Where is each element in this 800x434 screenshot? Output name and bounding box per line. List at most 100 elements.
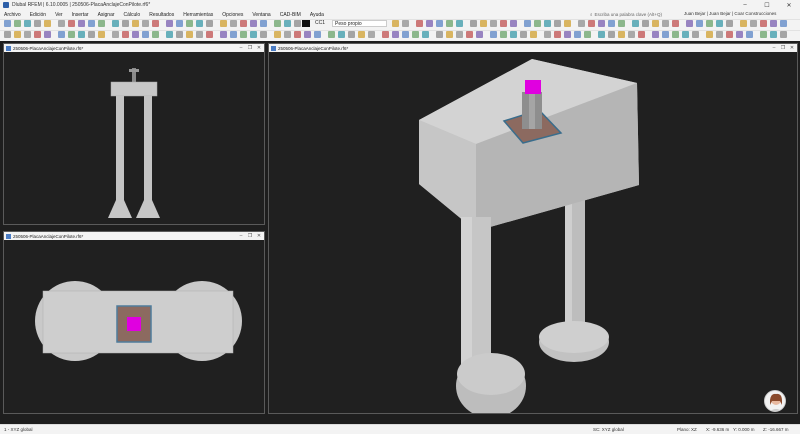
- menu-resultados[interactable]: Resultados: [149, 12, 174, 18]
- toolbar-tool-icon[interactable]: [770, 20, 777, 27]
- toolbar-tool-icon[interactable]: [706, 20, 713, 27]
- toolbar-tool-icon[interactable]: [14, 31, 21, 38]
- toolbar-tool-icon[interactable]: [740, 20, 747, 27]
- toolbar-tool-icon[interactable]: [652, 31, 659, 38]
- toolbar-tool-icon[interactable]: [166, 31, 173, 38]
- toolbar-tool-icon[interactable]: [34, 31, 41, 38]
- toolbar-tool-icon[interactable]: [294, 31, 301, 38]
- toolbar-tool-icon[interactable]: [44, 20, 51, 27]
- toolbar-tool-icon[interactable]: [250, 31, 257, 38]
- toolbar-tool-icon[interactable]: [112, 31, 119, 38]
- toolbar-tool-icon[interactable]: [466, 31, 473, 38]
- toolbar-tool-icon[interactable]: [726, 20, 733, 27]
- toolbar-tool-icon[interactable]: [230, 31, 237, 38]
- toolbar-tool-icon[interactable]: [470, 20, 477, 27]
- toolbar-tool-icon[interactable]: [554, 20, 561, 27]
- toolbar-tool-icon[interactable]: [358, 31, 365, 38]
- toolbar-tool-icon[interactable]: [368, 31, 375, 38]
- toolbar-tool-icon[interactable]: [750, 20, 757, 27]
- toolbar-tool-icon[interactable]: [112, 20, 119, 27]
- toolbar-tool-icon[interactable]: [78, 20, 85, 27]
- toolbar-tool-icon[interactable]: [152, 20, 159, 27]
- toolbar-tool-icon[interactable]: [250, 20, 257, 27]
- toolbar-tool-icon[interactable]: [284, 20, 291, 27]
- toolbar-tool-icon[interactable]: [294, 20, 301, 27]
- toolbar-tool-icon[interactable]: [348, 31, 355, 38]
- toolbar-tool-icon[interactable]: [88, 31, 95, 38]
- maximize-button[interactable]: ☐: [756, 0, 778, 10]
- toolbar-tool-icon[interactable]: [780, 20, 787, 27]
- toolbar-tool-icon[interactable]: [392, 20, 399, 27]
- toolbar-tool-icon[interactable]: [554, 31, 561, 38]
- toolbar-tool-icon[interactable]: [68, 20, 75, 27]
- toolbar-tool-icon[interactable]: [736, 31, 743, 38]
- toolbar-tool-icon[interactable]: [662, 20, 669, 27]
- toolbar-tool-icon[interactable]: [24, 31, 31, 38]
- toolbar-tool-icon[interactable]: [770, 31, 777, 38]
- toolbar-tool-icon[interactable]: [304, 31, 311, 38]
- toolbar-tool-icon[interactable]: [166, 20, 173, 27]
- toolbar-tool-icon[interactable]: [476, 31, 483, 38]
- toolbar-tool-icon[interactable]: [490, 31, 497, 38]
- menu-asignar[interactable]: Asignar: [98, 12, 115, 18]
- toolbar-tool-icon[interactable]: [682, 31, 689, 38]
- toolbar-tool-icon[interactable]: [402, 20, 409, 27]
- toolbar-tool-icon[interactable]: [98, 20, 105, 27]
- view-front[interactable]: 250506-PlacaAnclajeConPilote.rf6* – ❐ ✕: [3, 43, 265, 225]
- toolbar-tool-icon[interactable]: [534, 20, 541, 27]
- toolbar-tool-icon[interactable]: [544, 20, 551, 27]
- toolbar-tool-icon[interactable]: [598, 31, 605, 38]
- toolbar-tool-icon[interactable]: [416, 20, 423, 27]
- minimize-button[interactable]: –: [734, 0, 756, 10]
- toolbar-tool-icon[interactable]: [456, 20, 463, 27]
- toolbar-tool-icon[interactable]: [132, 20, 139, 27]
- toolbar-tool-icon[interactable]: [574, 31, 581, 38]
- toolbar-tool-icon[interactable]: [760, 20, 767, 27]
- toolbar-tool-icon[interactable]: [4, 20, 11, 27]
- toolbar-tool-icon[interactable]: [760, 31, 767, 38]
- toolbar-tool-icon[interactable]: [692, 31, 699, 38]
- toolbar-tool-icon[interactable]: [564, 31, 571, 38]
- toolbar-tool-icon[interactable]: [206, 20, 213, 27]
- toolbar-tool-icon[interactable]: [44, 31, 51, 38]
- toolbar-tool-icon[interactable]: [186, 20, 193, 27]
- toolbar-tool-icon[interactable]: [500, 20, 507, 27]
- view-minimize-icon[interactable]: –: [238, 233, 244, 239]
- toolbar-tool-icon[interactable]: [564, 20, 571, 27]
- menu-archivo[interactable]: Archivo: [4, 12, 21, 18]
- toolbar-tool-icon[interactable]: [88, 20, 95, 27]
- view-restore-icon[interactable]: ❐: [780, 45, 786, 51]
- toolbar-tool-icon[interactable]: [152, 31, 159, 38]
- toolbar-tool-icon[interactable]: [436, 20, 443, 27]
- toolbar-tool-icon[interactable]: [58, 31, 65, 38]
- toolbar-tool-icon[interactable]: [412, 31, 419, 38]
- toolbar-tool-icon[interactable]: [686, 20, 693, 27]
- toolbar-tool-icon[interactable]: [662, 31, 669, 38]
- view-plan[interactable]: 250506-PlacaAnclajeConPilote.rf6* – ❐ ✕: [3, 231, 265, 414]
- toolbar-tool-icon[interactable]: [328, 31, 335, 38]
- toolbar-tool-icon[interactable]: [260, 31, 267, 38]
- view-close-icon[interactable]: ✕: [789, 45, 795, 51]
- toolbar-tool-icon[interactable]: [480, 20, 487, 27]
- view-close-icon[interactable]: ✕: [256, 233, 262, 239]
- toolbar-tool-icon[interactable]: [588, 20, 595, 27]
- toolbar-tool-icon[interactable]: [598, 20, 605, 27]
- toolbar-tool-icon[interactable]: [726, 31, 733, 38]
- toolbar-tool-icon[interactable]: [24, 20, 31, 27]
- view-minimize-icon[interactable]: –: [771, 45, 777, 51]
- toolbar-tool-icon[interactable]: [402, 31, 409, 38]
- toolbar-tool-icon[interactable]: [716, 31, 723, 38]
- toolbar-tool-icon[interactable]: [426, 20, 433, 27]
- toolbar-tool-icon[interactable]: [220, 20, 227, 27]
- toolbar-tool-icon[interactable]: [122, 31, 129, 38]
- toolbar-tool-icon[interactable]: [230, 20, 237, 27]
- toolbar-tool-icon[interactable]: [176, 20, 183, 27]
- toolbar-tool-icon[interactable]: [608, 20, 615, 27]
- toolbar-tool-icon[interactable]: [284, 31, 291, 38]
- toolbar-tool-icon[interactable]: [260, 20, 267, 27]
- toolbar-tool-icon[interactable]: [628, 31, 635, 38]
- toolbar-tool-icon[interactable]: [4, 31, 11, 38]
- toolbar-tool-icon[interactable]: [456, 31, 463, 38]
- menu-ayuda[interactable]: Ayuda: [310, 12, 324, 18]
- menu-ventana[interactable]: Ventana: [252, 12, 270, 18]
